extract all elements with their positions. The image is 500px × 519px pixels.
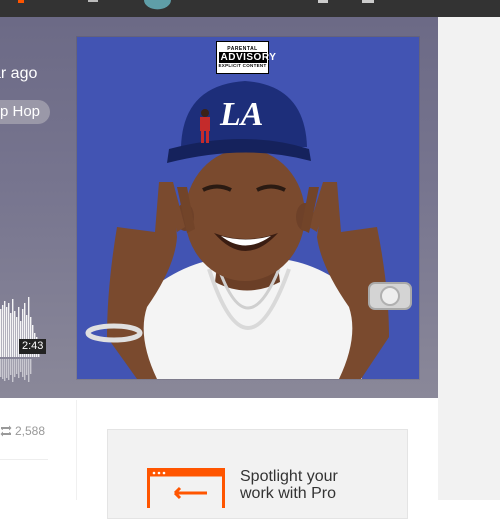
track-duration: 2:43 [19, 339, 47, 354]
artist-portrait-image: LA [77, 37, 419, 379]
waveform[interactable] [0, 287, 48, 387]
pro-promo-card[interactable]: Spotlight your work with Pro [107, 429, 408, 519]
avatar[interactable] [144, 0, 171, 10]
genre-tag[interactable]: p Hop [0, 100, 51, 124]
upload-icon [147, 468, 225, 508]
cover-artwork[interactable]: LA PARENTAL ADVISORY EXPLICIT CONTENT [77, 37, 419, 379]
logo-icon[interactable] [18, 0, 24, 3]
posted-time: ar ago [0, 65, 38, 82]
promo-line-2: work with Pro [240, 485, 337, 502]
divider [76, 400, 77, 500]
top-nav-bar [0, 0, 500, 17]
cap-logo: LA [219, 96, 263, 133]
nav-icon[interactable] [318, 0, 328, 3]
advisory-bottom-text: EXPLICIT CONTENT [218, 63, 267, 68]
top-nav-icons [18, 0, 374, 10]
promo-headline: Spotlight your work with Pro [240, 468, 400, 502]
divider [0, 459, 48, 460]
right-sidebar [438, 17, 500, 500]
messages-icon[interactable] [362, 0, 374, 3]
reposts-stat[interactable]: 2,588 [0, 424, 45, 438]
parental-advisory-label: PARENTAL ADVISORY EXPLICIT CONTENT [216, 41, 277, 74]
repost-icon [0, 425, 12, 437]
nav-icon[interactable] [88, 0, 98, 2]
promo-line-1: Spotlight your [240, 468, 338, 485]
repost-count: 2,588 [15, 424, 46, 438]
advisory-middle-text: ADVISORY [218, 52, 277, 63]
